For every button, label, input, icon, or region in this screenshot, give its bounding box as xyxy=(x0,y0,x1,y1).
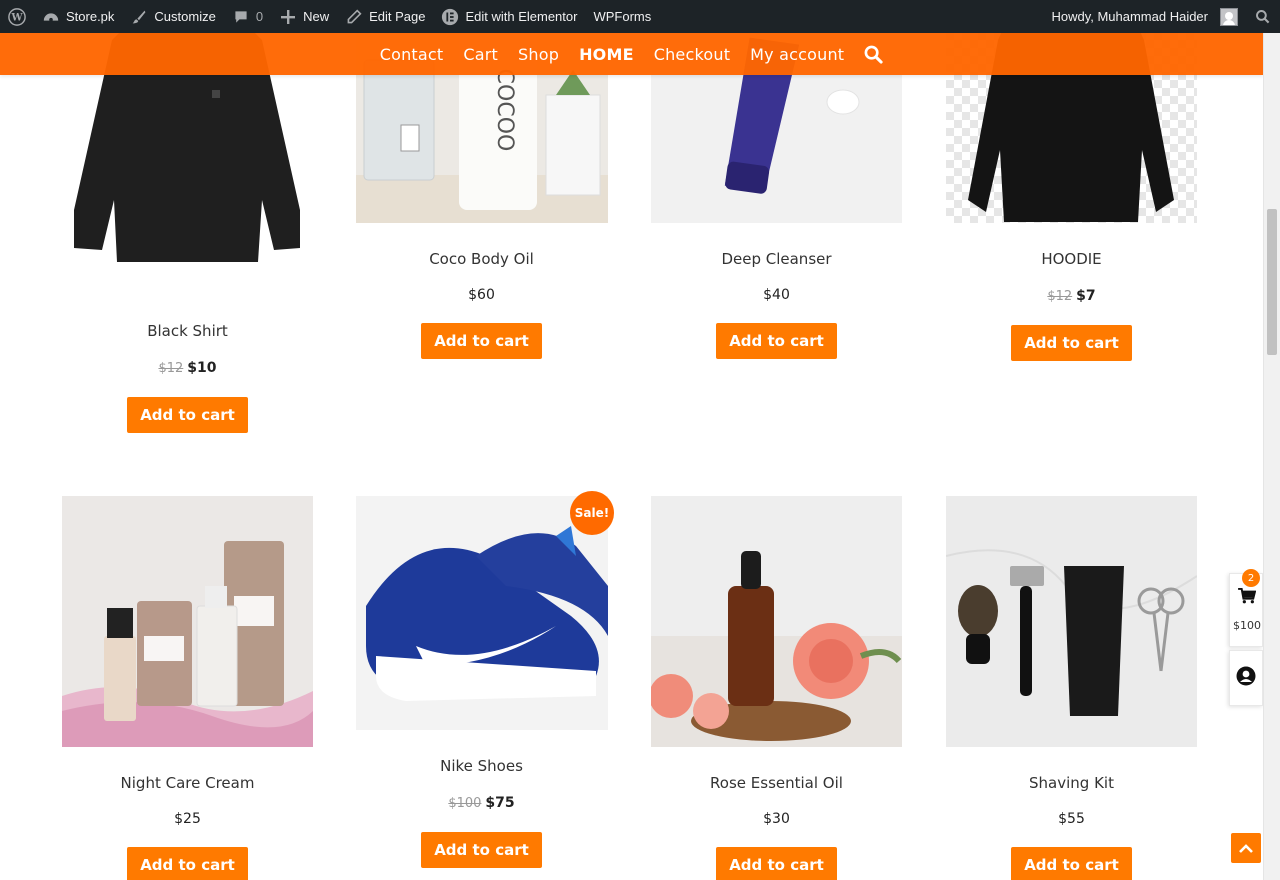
wp-admin-bar: W Store.pk Customize 0 New Edit Page Edi… xyxy=(0,0,1280,33)
floating-cart-widget[interactable]: 2 $100 xyxy=(1229,569,1263,647)
site-name-label: Store.pk xyxy=(66,9,115,24)
product-title[interactable]: Coco Body Oil xyxy=(356,250,607,268)
price: $55 xyxy=(1058,811,1085,827)
sale-price: $10 xyxy=(187,360,217,376)
nav-item-cart[interactable]: Cart xyxy=(453,45,508,64)
add-to-cart-button[interactable]: Add to cart xyxy=(716,323,837,359)
cart-count-badge: 2 xyxy=(1242,569,1260,587)
sale-badge: Sale! xyxy=(570,491,614,535)
add-to-cart-button[interactable]: Add to cart xyxy=(716,847,837,880)
product-price: $25 xyxy=(62,811,313,827)
comments-count: 0 xyxy=(255,9,264,24)
customize-link[interactable]: Customize xyxy=(122,0,223,33)
edit-page-link[interactable]: Edit Page xyxy=(337,0,433,33)
pencil-icon xyxy=(345,8,363,26)
price: $40 xyxy=(763,287,790,303)
product-image-rose-essential-oil[interactable] xyxy=(651,496,902,747)
add-to-cart-button[interactable]: Add to cart xyxy=(421,323,542,359)
scrollbar-thumb[interactable] xyxy=(1267,209,1277,355)
old-price: $12 xyxy=(1047,289,1073,304)
nav-search-icon[interactable] xyxy=(854,45,893,64)
product-price: $100 $75 xyxy=(356,795,607,811)
price: $30 xyxy=(763,811,790,827)
dashboard-gauge-icon xyxy=(42,8,60,26)
plus-icon xyxy=(279,8,297,26)
wpforms-label: WPForms xyxy=(593,9,652,24)
main-navigation: Contact Cart Shop HOME Checkout My accou… xyxy=(0,33,1263,75)
paintbrush-icon xyxy=(130,8,148,26)
my-account-menu[interactable]: Howdy, Muhammad Haider xyxy=(1043,0,1246,33)
chevron-up-icon xyxy=(1239,839,1253,858)
product-title[interactable]: Black Shirt xyxy=(62,322,313,340)
scroll-to-top-button[interactable] xyxy=(1231,833,1261,863)
product-title[interactable]: HOODIE xyxy=(946,250,1197,268)
cart-icon xyxy=(1238,587,1257,608)
edit-with-elementor-link[interactable]: Edit with Elementor xyxy=(433,0,585,33)
product-price: $12 $10 xyxy=(62,360,313,376)
edit-page-label: Edit Page xyxy=(369,9,426,24)
product-price: $60 xyxy=(356,287,607,303)
add-to-cart-button[interactable]: Add to cart xyxy=(1011,325,1132,361)
wordpress-icon: W xyxy=(8,7,26,26)
search-icon xyxy=(1254,8,1272,26)
edit-elementor-label: Edit with Elementor xyxy=(465,9,578,24)
nav-item-my-account[interactable]: My account xyxy=(740,45,854,64)
sale-price: $75 xyxy=(485,795,515,811)
product-price: $12 $7 xyxy=(946,288,1197,304)
product-title[interactable]: Deep Cleanser xyxy=(651,250,902,268)
user-circle-icon xyxy=(1236,666,1256,690)
adminbar-search[interactable] xyxy=(1246,0,1280,33)
nav-item-checkout[interactable]: Checkout xyxy=(644,45,740,64)
adminbar-right: Howdy, Muhammad Haider xyxy=(1043,0,1280,33)
new-content-menu[interactable]: New xyxy=(271,0,337,33)
sale-price: $7 xyxy=(1076,288,1096,304)
customize-label: Customize xyxy=(154,9,216,24)
product-image-shaving-kit[interactable] xyxy=(946,496,1197,747)
nav-item-contact[interactable]: Contact xyxy=(370,45,454,64)
product-price: $55 xyxy=(946,811,1197,827)
comment-bubble-icon xyxy=(232,8,250,26)
svg-text:COCOO: COCOO xyxy=(492,69,517,152)
product-image-nike-shoes[interactable] xyxy=(356,496,608,730)
wpforms-menu[interactable]: WPForms xyxy=(585,0,659,33)
product-title[interactable]: Nike Shoes xyxy=(356,757,607,775)
old-price: $100 xyxy=(448,796,482,811)
comments-link[interactable]: 0 xyxy=(224,0,271,33)
page-scrollbar[interactable] xyxy=(1263,33,1280,880)
add-to-cart-button[interactable]: Add to cart xyxy=(127,847,248,880)
new-label: New xyxy=(303,9,330,24)
add-to-cart-button[interactable]: Add to cart xyxy=(127,397,248,433)
product-title[interactable]: Rose Essential Oil xyxy=(651,774,902,792)
nav-item-shop[interactable]: Shop xyxy=(508,45,569,64)
add-to-cart-button[interactable]: Add to cart xyxy=(1011,847,1132,880)
cart-total: $100 xyxy=(1233,619,1261,632)
product-price: $40 xyxy=(651,287,902,303)
elementor-icon xyxy=(441,8,459,26)
product-title[interactable]: Shaving Kit xyxy=(946,774,1197,792)
add-to-cart-button[interactable]: Add to cart xyxy=(421,832,542,868)
site-name-menu[interactable]: Store.pk xyxy=(34,0,122,33)
nav-item-home[interactable]: HOME xyxy=(569,45,644,64)
svg-text:W: W xyxy=(10,12,23,23)
product-title[interactable]: Night Care Cream xyxy=(62,774,313,792)
floating-account-widget[interactable] xyxy=(1229,650,1263,706)
product-price: $30 xyxy=(651,811,902,827)
howdy-label: Howdy, Muhammad Haider xyxy=(1051,9,1208,24)
avatar xyxy=(1220,7,1238,26)
price: $25 xyxy=(174,811,201,827)
price: $60 xyxy=(468,287,495,303)
product-image-night-care-cream[interactable] xyxy=(62,496,313,747)
wordpress-logo-menu[interactable]: W xyxy=(0,0,34,33)
old-price: $12 xyxy=(158,361,184,376)
